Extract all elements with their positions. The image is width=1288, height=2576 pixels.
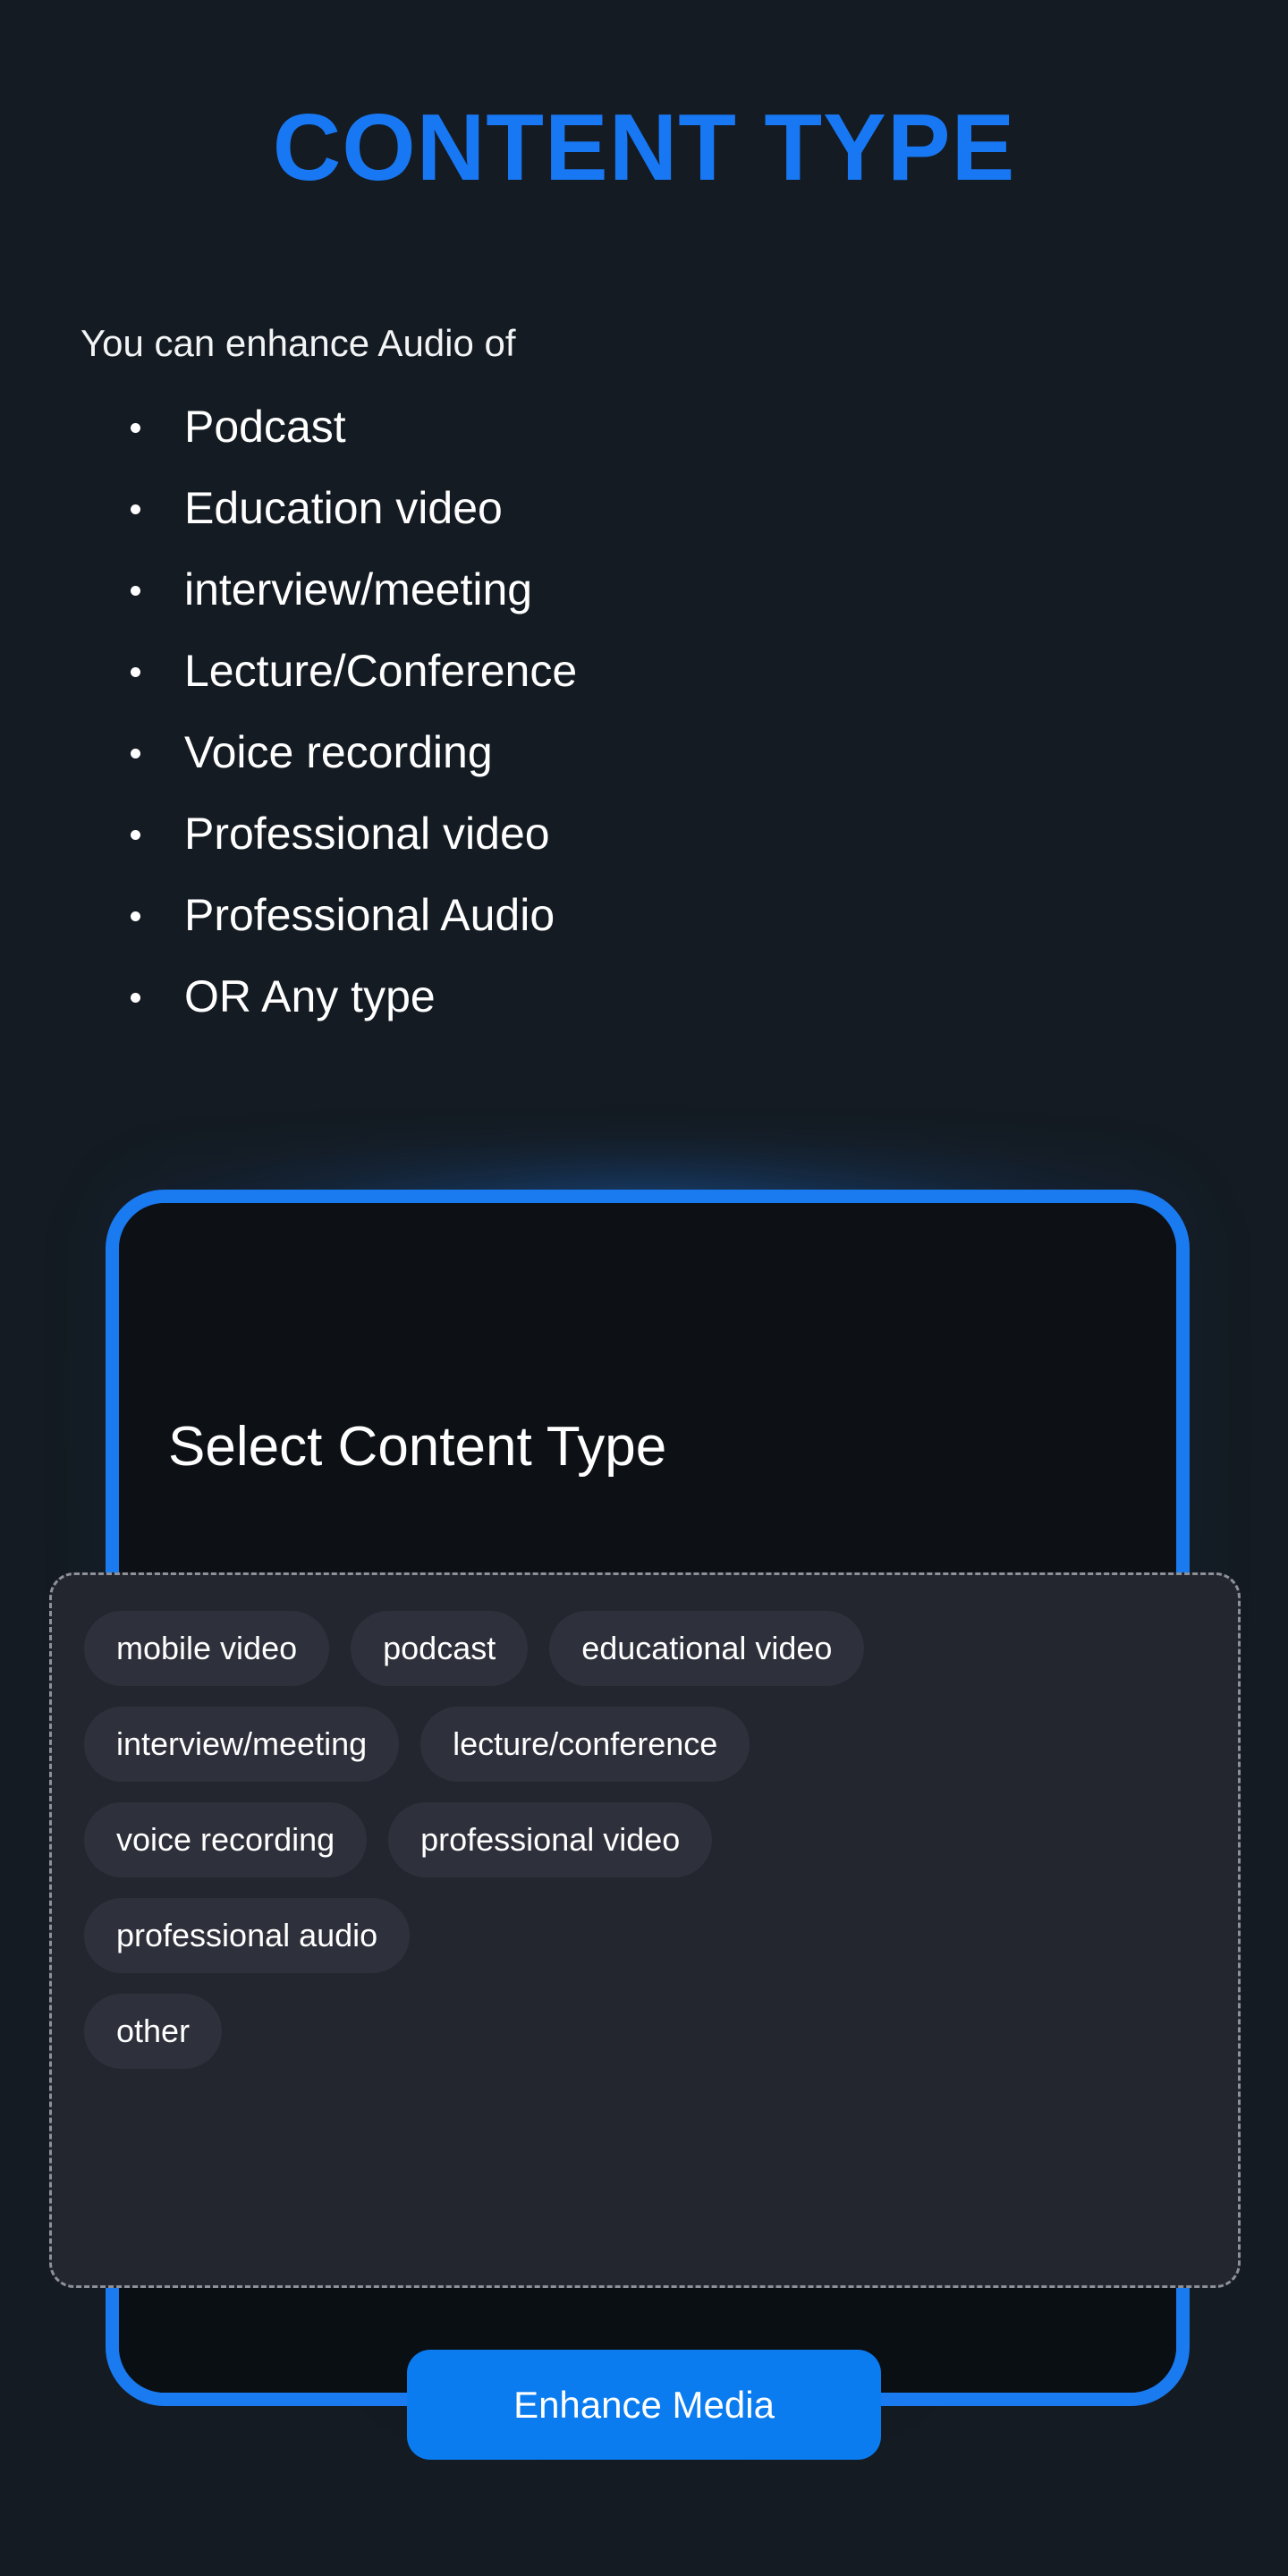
bullet-dot-icon — [131, 748, 140, 758]
content-type-screen: CONTENT TYPE You can enhance Audio of Po… — [0, 0, 1288, 2576]
bullet-dot-icon — [131, 992, 140, 1003]
chips-row: interview/meeting lecture/conference — [84, 1707, 1206, 1782]
list-item: Voice recording — [114, 712, 919, 793]
list-item: Podcast — [114, 386, 919, 468]
list-item-label: Professional Audio — [184, 890, 555, 940]
bullet-dot-icon — [131, 504, 140, 514]
list-item-label: Voice recording — [184, 727, 493, 777]
list-item: interview/meeting — [114, 549, 919, 631]
screen-heading: Select Content Type — [168, 1416, 667, 1478]
list-item: Professional video — [114, 793, 919, 875]
list-item: Lecture/Conference — [114, 631, 919, 712]
chip-mobile-video[interactable]: mobile video — [84, 1611, 330, 1686]
list-item-label: Professional video — [184, 809, 550, 859]
bullet-dot-icon — [131, 829, 140, 840]
bullet-dot-icon — [131, 422, 140, 433]
chips-row: other — [84, 1994, 1206, 2069]
bullet-dot-icon — [131, 911, 140, 921]
chip-lecture-conference[interactable]: lecture/conference — [420, 1707, 750, 1782]
enhance-media-button[interactable]: Enhance Media — [407, 2350, 881, 2460]
list-item-label: OR Any type — [184, 971, 436, 1021]
chips-row: voice recording professional video — [84, 1802, 1206, 1877]
chips-row: professional audio — [84, 1898, 1206, 1973]
chip-podcast[interactable]: podcast — [351, 1611, 529, 1686]
content-type-chips-panel: mobile video podcast educational video i… — [49, 1572, 1241, 2288]
list-item-label: Education video — [184, 483, 503, 533]
list-item-label: Podcast — [184, 402, 346, 452]
chips-row: mobile video podcast educational video — [84, 1611, 1206, 1686]
list-item-label: Lecture/Conference — [184, 646, 578, 696]
list-item: Education video — [114, 468, 919, 549]
chip-professional-video[interactable]: professional video — [388, 1802, 713, 1877]
bullet-dot-icon — [131, 666, 140, 677]
page-title: CONTENT TYPE — [272, 95, 1016, 200]
list-item: OR Any type — [114, 956, 919, 1038]
chip-interview-meeting[interactable]: interview/meeting — [84, 1707, 400, 1782]
intro-text: You can enhance Audio of — [80, 322, 516, 364]
chip-educational-video[interactable]: educational video — [549, 1611, 865, 1686]
chip-voice-recording[interactable]: voice recording — [84, 1802, 368, 1877]
bullet-dot-icon — [131, 585, 140, 596]
chip-other[interactable]: other — [84, 1994, 223, 2069]
list-item-label: interview/meeting — [184, 564, 533, 614]
list-item: Professional Audio — [114, 875, 919, 956]
content-type-bullet-list: Podcast Education video interview/meetin… — [114, 386, 919, 1038]
chip-professional-audio[interactable]: professional audio — [84, 1898, 411, 1973]
